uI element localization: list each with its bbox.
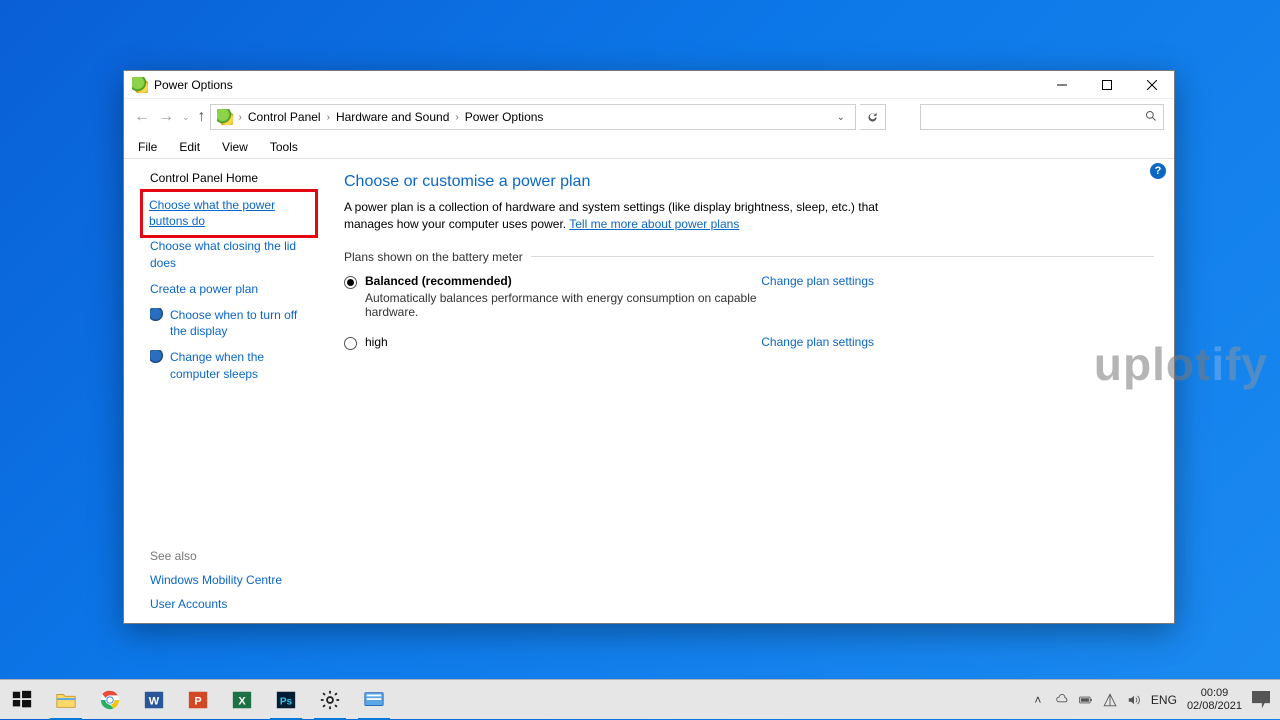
help-icon[interactable]: ? — [1150, 163, 1166, 179]
plans-section-text: Plans shown on the battery meter — [344, 250, 523, 264]
computer-sleeps-label: Change when the computer sleeps — [170, 349, 310, 381]
clock-date: 02/08/2021 — [1187, 700, 1242, 713]
photoshop-taskbar-icon[interactable]: Ps — [264, 680, 308, 720]
display-icon — [150, 308, 164, 322]
choose-power-buttons-link[interactable]: Choose what the power buttons do — [149, 197, 309, 229]
nav-history-dropdown[interactable]: ⌄ — [182, 112, 190, 123]
close-button[interactable] — [1129, 71, 1174, 99]
plan-row-balanced: Balanced (recommended) Automatically bal… — [344, 274, 874, 319]
menu-view[interactable]: View — [218, 140, 252, 154]
highlighted-link-box: Choose what the power buttons do — [140, 189, 318, 238]
svg-text:X: X — [238, 695, 246, 707]
search-icon — [1145, 110, 1157, 125]
watermark-part3: fy — [1225, 338, 1268, 390]
action-center-icon[interactable] — [1252, 691, 1270, 709]
address-dropdown-button[interactable]: ⌄ — [833, 112, 849, 123]
breadcrumb-hardware-sound[interactable]: Hardware and Sound — [336, 110, 449, 124]
control-panel-taskbar-icon[interactable] — [352, 680, 396, 720]
tell-me-more-link[interactable]: Tell me more about power plans — [569, 217, 739, 231]
intro-text: A power plan is a collection of hardware… — [344, 199, 904, 234]
nav-forward-button[interactable]: → — [158, 108, 174, 126]
nav-up-button[interactable]: ↑ — [198, 108, 206, 126]
svg-text:P: P — [194, 695, 201, 707]
see-also-heading: See also — [150, 549, 310, 563]
chevron-right-icon: › — [327, 112, 330, 123]
sidebar: Control Panel Home Choose what the power… — [124, 159, 324, 623]
maximize-button[interactable] — [1084, 71, 1129, 99]
radio-high[interactable] — [344, 337, 357, 350]
menu-edit[interactable]: Edit — [175, 140, 204, 154]
power-options-window: Power Options ← → ⌄ ↑ › Control Panel › … — [123, 70, 1175, 624]
word-taskbar-icon[interactable]: W — [132, 680, 176, 720]
search-box[interactable] — [920, 104, 1164, 130]
menu-file[interactable]: File — [134, 140, 161, 154]
minimize-button[interactable] — [1039, 71, 1084, 99]
settings-taskbar-icon[interactable] — [308, 680, 352, 720]
svg-text:W: W — [149, 695, 160, 707]
start-button[interactable] — [0, 680, 44, 720]
page-heading: Choose or customise a power plan — [344, 173, 1154, 191]
chrome-taskbar-icon[interactable] — [88, 680, 132, 720]
taskbar: W P X Ps ˄ — [0, 679, 1280, 719]
main-pane: Choose or customise a power plan A power… — [324, 159, 1174, 623]
computer-sleeps-link[interactable]: Change when the computer sleeps — [150, 349, 310, 381]
mobility-centre-link[interactable]: Windows Mobility Centre — [150, 573, 310, 587]
window-title: Power Options — [154, 78, 233, 92]
clock[interactable]: 00:09 02/08/2021 — [1187, 687, 1242, 712]
language-indicator[interactable]: ENG — [1151, 693, 1177, 707]
menu-tools[interactable]: Tools — [266, 140, 302, 154]
create-power-plan-link[interactable]: Create a power plan — [150, 281, 310, 297]
excel-taskbar-icon[interactable]: X — [220, 680, 264, 720]
breadcrumb-control-panel[interactable]: Control Panel — [248, 110, 321, 124]
nav-back-button[interactable]: ← — [134, 108, 150, 126]
control-panel-home-link[interactable]: Control Panel Home — [150, 171, 310, 185]
watermark-part2: i — [1211, 338, 1225, 390]
radio-balanced[interactable] — [344, 276, 357, 289]
sleep-icon — [150, 350, 164, 364]
onedrive-tray-icon[interactable] — [1055, 693, 1069, 707]
battery-tray-icon[interactable] — [1079, 693, 1093, 707]
svg-text:Ps: Ps — [280, 696, 293, 707]
change-plan-settings-high[interactable]: Change plan settings — [761, 335, 874, 349]
tray-overflow-button[interactable]: ˄ — [1031, 693, 1045, 707]
turn-off-display-label: Choose when to turn off the display — [170, 307, 310, 339]
chevron-right-icon: › — [239, 112, 242, 123]
address-bar[interactable]: › Control Panel › Hardware and Sound › P… — [210, 104, 856, 130]
volume-tray-icon[interactable] — [1127, 693, 1141, 707]
refresh-button[interactable] — [860, 104, 886, 130]
chevron-right-icon: › — [455, 112, 458, 123]
powerpoint-taskbar-icon[interactable]: P — [176, 680, 220, 720]
plan-row-high: high Change plan settings — [344, 335, 874, 350]
change-plan-settings-balanced[interactable]: Change plan settings — [761, 274, 874, 288]
file-explorer-taskbar-icon[interactable] — [44, 680, 88, 720]
plan-high-title: high — [365, 335, 761, 349]
system-tray: ˄ ENG 00:09 02/08/2021 — [1031, 687, 1280, 712]
plan-balanced-title: Balanced (recommended) — [365, 274, 761, 288]
breadcrumb-power-options[interactable]: Power Options — [465, 110, 544, 124]
content-area: ? Control Panel Home Choose what the pow… — [124, 159, 1174, 623]
power-options-icon — [132, 77, 148, 93]
network-tray-icon[interactable] — [1103, 693, 1117, 707]
plans-section-label: Plans shown on the battery meter — [344, 250, 1154, 264]
clock-time: 00:09 — [1187, 687, 1242, 700]
section-divider — [531, 256, 1154, 257]
window-titlebar: Power Options — [124, 71, 1174, 99]
breadcrumb-root-icon — [217, 109, 233, 125]
navigation-row: ← → ⌄ ↑ › Control Panel › Hardware and S… — [124, 99, 1174, 135]
choose-closing-lid-link[interactable]: Choose what closing the lid does — [150, 238, 310, 270]
user-accounts-link[interactable]: User Accounts — [150, 597, 310, 611]
plan-balanced-desc: Automatically balances performance with … — [365, 291, 761, 319]
menu-bar: File Edit View Tools — [124, 135, 1174, 159]
turn-off-display-link[interactable]: Choose when to turn off the display — [150, 307, 310, 339]
